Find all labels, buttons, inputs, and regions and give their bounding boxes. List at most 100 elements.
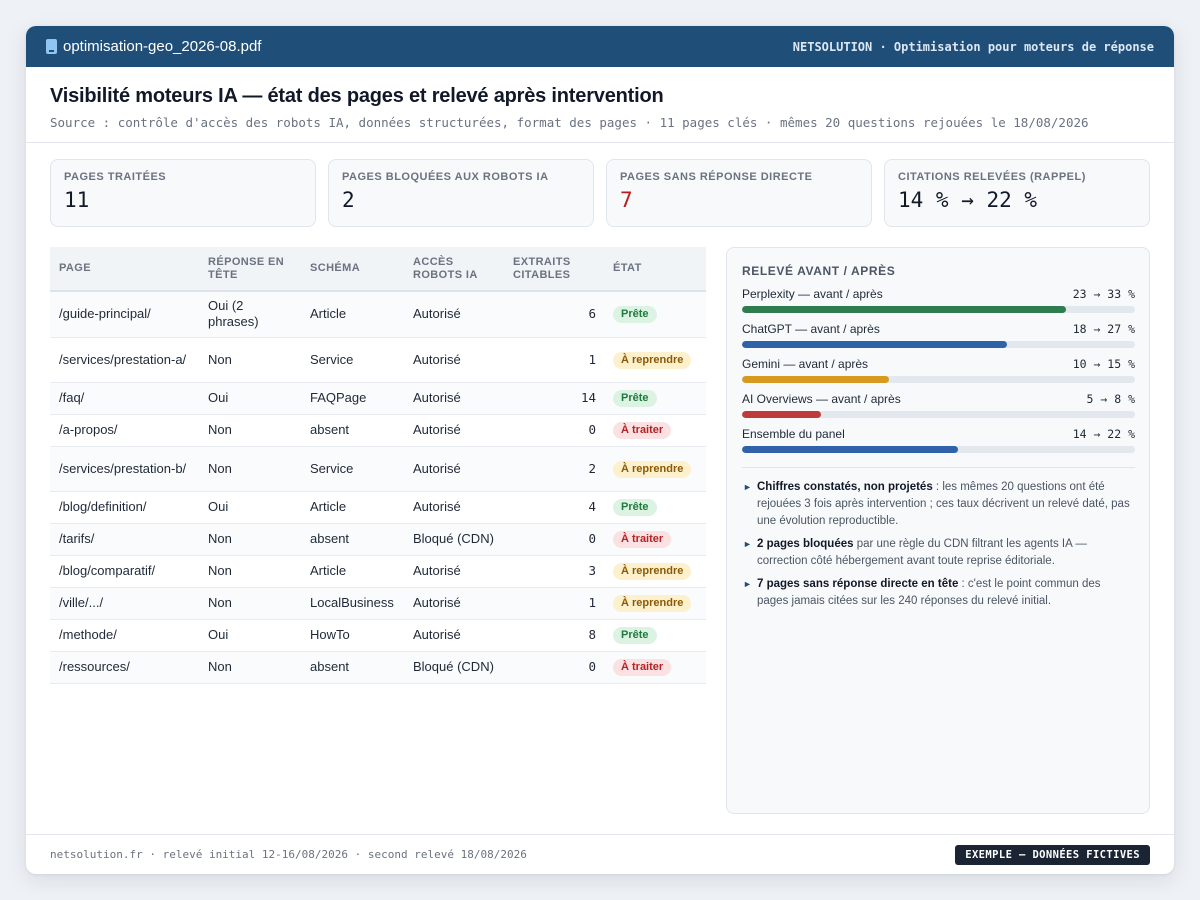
cell-reponse: Non (199, 555, 301, 588)
cell-extraits: 8 (504, 619, 604, 652)
cell-schema: absent (301, 414, 404, 447)
panel-note: ► 2 pages bloquées par une règle du CDN f… (742, 536, 1135, 570)
table-row: /guide-principal/Oui (2 phrases) Article A… (50, 291, 706, 338)
cell-schema: Article (301, 491, 404, 524)
note-highlight: 2 pages bloquées (757, 538, 854, 550)
cell-reponse: Non (199, 446, 301, 492)
cell-extraits: 1 (504, 587, 604, 620)
cell-schema: absent (301, 523, 404, 556)
cell-extraits: 4 (504, 491, 604, 524)
cell-reponse: Non (199, 587, 301, 620)
bar-header: ChatGPT — avant / après 18 → 27 % (742, 321, 1135, 337)
cell-etat: À traiter (604, 651, 706, 684)
cell-extraits: 3 (504, 555, 604, 588)
bar-value: 10 → 15 % (1072, 357, 1135, 371)
panel-note: ► 7 pages sans réponse directe en tête : … (742, 576, 1135, 610)
panel-note: ► Chiffres constatés, non projetés : les … (742, 479, 1135, 530)
kpi-label: PAGES BLOQUÉES AUX ROBOTS IA (342, 171, 549, 183)
cell-page: /a-propos/ (50, 414, 199, 447)
cell-page: /guide-principal/ (50, 291, 199, 338)
bar-label: Ensemble du panel (742, 427, 845, 441)
table-row: /services/prestation-b/Non Service Autoris… (50, 446, 706, 492)
kpi-card-pages-traitees: PAGES TRAITÉES 11 (50, 159, 316, 227)
column-header-etat: ÉTAT (604, 247, 706, 292)
bar-fill (742, 446, 959, 453)
panel-notes: ► Chiffres constatés, non projetés : les … (742, 479, 1135, 610)
kpi-card-citations: CITATIONS RELEVÉES (RAPPEL) 14 % → 22 % (884, 159, 1150, 227)
cell-acces: Autorisé (404, 619, 504, 652)
cell-reponse: Oui (199, 491, 301, 524)
bar-track (742, 376, 1135, 383)
fictional-data-tag: EXEMPLE — DONNÉES FICTIVES (955, 844, 1150, 865)
cell-schema: LocalBusiness (301, 587, 404, 620)
bar-value: 18 → 27 % (1072, 322, 1135, 336)
cell-schema: Article (301, 291, 404, 338)
cell-page: /blog/definition/ (50, 491, 199, 524)
status-badge: À traiter (613, 659, 672, 676)
cell-schema: Service (301, 337, 404, 383)
status-badge: À reprendre (613, 351, 692, 369)
bar-value: 14 → 22 % (1072, 427, 1135, 441)
cell-reponse: Non (199, 651, 301, 684)
bar-track (742, 341, 1135, 348)
status-badge: À reprendre (613, 595, 692, 612)
cell-page: /faq/ (50, 382, 199, 415)
column-header-page: PAGE (50, 247, 199, 292)
kpi-card-pages-bloquees: PAGES BLOQUÉES AUX ROBOTS IA 2 (328, 159, 594, 227)
cell-reponse: Oui (199, 619, 301, 652)
cell-etat: À reprendre (604, 555, 706, 588)
table-row: /ressources/Non absent Bloqué (CDN) 0 À trai… (50, 651, 706, 684)
cell-etat: À reprendre (604, 446, 706, 492)
note-highlight: Chiffres constatés, non projetés (757, 481, 933, 493)
panel-title: RELEVÉ AVANT / APRÈS (742, 264, 896, 278)
comparison-bar-row: Perplexity — avant / après 23 → 33 % (742, 286, 1135, 321)
bar-label: Perplexity — avant / après (742, 287, 883, 301)
cell-schema: Article (301, 555, 404, 588)
document-icon (46, 39, 57, 54)
cell-acces: Autorisé (404, 337, 504, 383)
cell-etat: Prête (604, 382, 706, 415)
cell-reponse: Oui (199, 382, 301, 415)
cell-etat: À traiter (604, 523, 706, 556)
bar-header: Ensemble du panel 14 → 22 % (742, 426, 1135, 442)
cell-page: /ville/.../ (50, 587, 199, 620)
cell-acces: Autorisé (404, 382, 504, 415)
cell-etat: Prête (604, 619, 706, 652)
cell-page: /services/prestation-a/ (50, 337, 199, 383)
kpi-value: 7 (620, 188, 633, 212)
footer: netsolution.fr · relevé initial 12-16/08… (26, 834, 1174, 874)
bar-fill (742, 411, 821, 418)
bar-track (742, 411, 1135, 418)
pages-table-body: /guide-principal/Oui (2 phrases) Article A… (50, 291, 706, 684)
cell-etat: À reprendre (604, 587, 706, 620)
table-row: /ville/.../Non LocalBusiness Autorisé 1 À re… (50, 587, 706, 620)
bar-fill (742, 376, 890, 383)
bar-track (742, 446, 1135, 453)
status-badge: Prête (613, 390, 657, 407)
before-after-panel: RELEVÉ AVANT / APRÈS Perplexity — avant … (726, 247, 1150, 814)
title-bar: optimisation-geo_2026-08.pdf NETSOLUTION… (26, 26, 1174, 67)
cell-page: /ressources/ (50, 651, 199, 684)
table-row: /a-propos/Non absent Autorisé 0 À traiter (50, 414, 706, 447)
bar-label: ChatGPT — avant / après (742, 322, 880, 336)
comparison-bar-row: Gemini — avant / après 10 → 15 % (742, 356, 1135, 391)
footer-text: netsolution.fr · relevé initial 12-16/08… (50, 848, 527, 861)
cell-extraits: 2 (504, 446, 604, 492)
column-header-schema: SCHÉMA (301, 247, 404, 292)
table-header-row: PAGE RÉPONSE EN TÊTE SCHÉMA ACCÈS ROBOTS… (50, 247, 706, 292)
cell-schema: absent (301, 651, 404, 684)
table-row: /faq/Oui FAQPage Autorisé 14 Prête (50, 382, 706, 415)
cell-reponse: Non (199, 414, 301, 447)
comparison-bar-row: Ensemble du panel 14 → 22 % (742, 426, 1135, 461)
arrow-bullet-icon: ► (743, 539, 752, 549)
kpi-value: 14 % → 22 % (898, 188, 1038, 212)
table-row: /blog/comparatif/Non Article Autorisé 3 À re… (50, 555, 706, 588)
cell-acces: Bloqué (CDN) (404, 523, 504, 556)
source-line: Source : contrôle d'accès des robots IA,… (50, 115, 1089, 130)
kpi-label: PAGES TRAITÉES (64, 171, 167, 183)
table-row: /methode/Oui HowTo Autorisé 8 Prête (50, 619, 706, 652)
file-name: optimisation-geo_2026-08.pdf (63, 38, 262, 55)
cell-acces: Autorisé (404, 587, 504, 620)
cell-etat: Prête (604, 491, 706, 524)
comparison-bars: Perplexity — avant / après 23 → 33 % ChatG… (742, 286, 1135, 461)
